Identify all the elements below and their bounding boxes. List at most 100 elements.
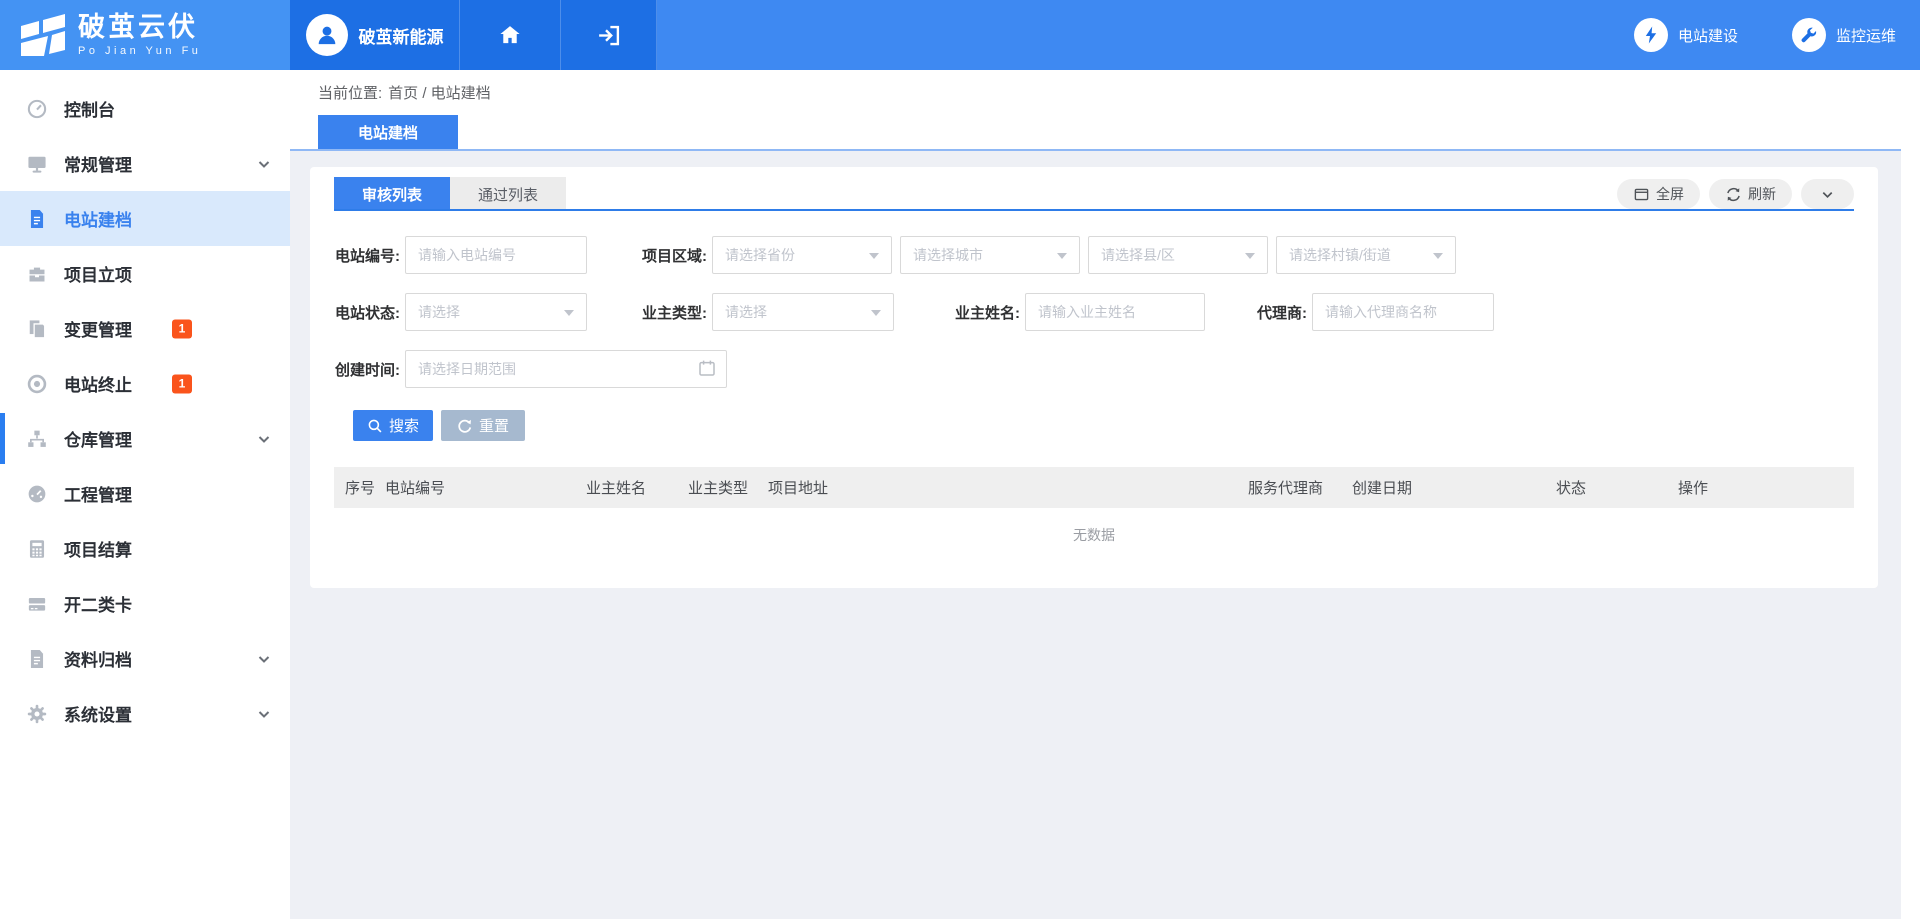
- sidebar-item-change-mgmt[interactable]: 变更管理 1: [0, 301, 290, 356]
- caret-down-icon: [1245, 253, 1255, 259]
- col-actions: 操作: [1678, 467, 1708, 508]
- col-owner-type: 业主类型: [688, 467, 748, 508]
- sidebar-item-station-archive[interactable]: 电站建档: [0, 191, 290, 246]
- bolt-icon: [1634, 18, 1668, 52]
- owner-name-input[interactable]: [1025, 293, 1205, 331]
- nav-monitor-ops[interactable]: 监控运维: [1792, 18, 1896, 52]
- dashboard-icon: [24, 98, 50, 120]
- chevron-down-icon: [256, 651, 272, 667]
- tab-review-list[interactable]: 审核列表: [334, 177, 450, 211]
- sidebar-item-open-card[interactable]: 开二类卡: [0, 576, 290, 631]
- breadcrumb-strip: 当前位置:首页 / 电站建档 电站建档: [290, 70, 1920, 149]
- col-address: 项目地址: [768, 467, 828, 508]
- owner-name-label: 业主姓名:: [930, 302, 1020, 323]
- wrench-icon: [1792, 18, 1826, 52]
- col-owner-name: 业主姓名: [586, 467, 646, 508]
- gear-icon: [24, 703, 50, 725]
- logo-title: 破茧云伏: [78, 14, 201, 41]
- company-name: 破茧新能源: [359, 23, 444, 48]
- date-range-input[interactable]: [405, 350, 727, 388]
- breadcrumb: 当前位置:首页 / 电站建档: [318, 82, 491, 103]
- reset-icon: [457, 418, 473, 434]
- avatar: [306, 14, 348, 56]
- file-icon: [24, 648, 50, 670]
- city-select[interactable]: 请选择城市: [900, 236, 1080, 274]
- station-no-input[interactable]: [405, 236, 587, 274]
- sidebar-item-general-mgmt[interactable]: 常规管理: [0, 136, 290, 191]
- card-icon: [24, 593, 50, 615]
- reset-button[interactable]: 重置: [441, 410, 525, 441]
- sitemap-icon: [24, 428, 50, 450]
- chevron-down-icon: [256, 706, 272, 722]
- content-card: 审核列表 通过列表 全屏 刷新: [310, 167, 1878, 588]
- sidebar-item-engineering-mgmt[interactable]: 工程管理: [0, 466, 290, 521]
- search-button[interactable]: 搜索: [353, 410, 433, 441]
- chevron-down-icon: [256, 156, 272, 172]
- collapse-button[interactable]: [1801, 179, 1854, 209]
- monitor-icon: [24, 153, 50, 175]
- refresh-button[interactable]: 刷新: [1709, 179, 1792, 209]
- sidebar-item-warehouse-mgmt[interactable]: 仓库管理: [0, 411, 290, 466]
- agent-input[interactable]: [1312, 293, 1494, 331]
- topbar-dark-section: 破茧新能源: [290, 0, 657, 70]
- home-button[interactable]: [460, 0, 561, 70]
- refresh-icon: [1725, 186, 1742, 203]
- sidebar-item-project-settlement[interactable]: 项目结算: [0, 521, 290, 576]
- logo-subtitle: Po Jian Yun Fu: [78, 46, 201, 57]
- scrollbar-track[interactable]: [1901, 70, 1920, 919]
- village-select[interactable]: 请选择村镇/街道: [1276, 236, 1456, 274]
- record-circle-icon: [24, 373, 50, 395]
- province-select[interactable]: 请选择省份: [712, 236, 892, 274]
- logout-button[interactable]: [561, 0, 657, 70]
- logo-icon: [18, 12, 68, 58]
- calculator-icon: [24, 538, 50, 560]
- chevron-down-icon: [1820, 187, 1835, 202]
- chevron-down-icon: [256, 431, 272, 447]
- nav-station-build-label: 电站建设: [1678, 25, 1738, 46]
- station-status-label: 电站状态:: [334, 302, 400, 323]
- sidebar-item-project-initiation[interactable]: 项目立项: [0, 246, 290, 301]
- badge-count: 1: [172, 319, 192, 338]
- caret-down-icon: [871, 310, 881, 316]
- station-status-select[interactable]: 请选择: [405, 293, 587, 331]
- page-tab-station-archive[interactable]: 电站建档: [318, 115, 458, 149]
- col-station-no: 电站编号: [385, 467, 445, 508]
- caret-down-icon: [869, 253, 879, 259]
- fullscreen-button[interactable]: 全屏: [1617, 179, 1700, 209]
- table-header: 序号 电站编号 业主姓名 业主类型 项目地址 服务代理商 创建日期 状态 操作: [334, 467, 1854, 508]
- user-icon: [314, 22, 340, 48]
- col-index: 序号: [345, 467, 375, 508]
- caret-down-icon: [1057, 253, 1067, 259]
- sidebar-item-system-settings[interactable]: 系统设置: [0, 686, 290, 741]
- sidebar-item-data-archive[interactable]: 资料归档: [0, 631, 290, 686]
- copy-pages-icon: [24, 318, 50, 340]
- col-status: 状态: [1556, 467, 1586, 508]
- home-icon: [498, 23, 522, 47]
- tab-passed-list[interactable]: 通过列表: [450, 177, 566, 211]
- col-agent: 服务代理商: [1248, 467, 1323, 508]
- sidebar-item-console[interactable]: 控制台: [0, 81, 290, 136]
- sign-in-icon: [596, 23, 621, 48]
- top-bar: 破茧云伏 Po Jian Yun Fu 破茧新能源: [0, 0, 1920, 70]
- caret-down-icon: [1433, 253, 1443, 259]
- region-label: 项目区域:: [634, 245, 707, 266]
- sidebar-item-station-terminate[interactable]: 电站终止 1: [0, 356, 290, 411]
- created-time-label: 创建时间:: [334, 359, 400, 380]
- user-menu[interactable]: 破茧新能源: [290, 0, 460, 70]
- empty-state: 无数据: [334, 525, 1854, 545]
- fullscreen-icon: [1633, 186, 1650, 203]
- county-select[interactable]: 请选择县/区: [1088, 236, 1268, 274]
- agent-label: 代理商:: [1245, 302, 1307, 323]
- tab-underline: [334, 209, 1854, 211]
- station-no-label: 电站编号:: [334, 245, 400, 266]
- search-icon: [367, 418, 383, 434]
- sidebar: 控制台 常规管理 电站建档 项: [0, 70, 290, 919]
- col-create-date: 创建日期: [1352, 467, 1412, 508]
- briefcase-icon: [24, 263, 50, 285]
- gauge-icon: [24, 483, 50, 505]
- nav-station-build[interactable]: 电站建设: [1634, 18, 1738, 52]
- badge-count: 1: [172, 374, 192, 393]
- owner-type-label: 业主类型:: [634, 302, 707, 323]
- main-content: 当前位置:首页 / 电站建档 电站建档 审核列表 通过列表 全屏: [290, 70, 1920, 919]
- owner-type-select[interactable]: 请选择: [712, 293, 894, 331]
